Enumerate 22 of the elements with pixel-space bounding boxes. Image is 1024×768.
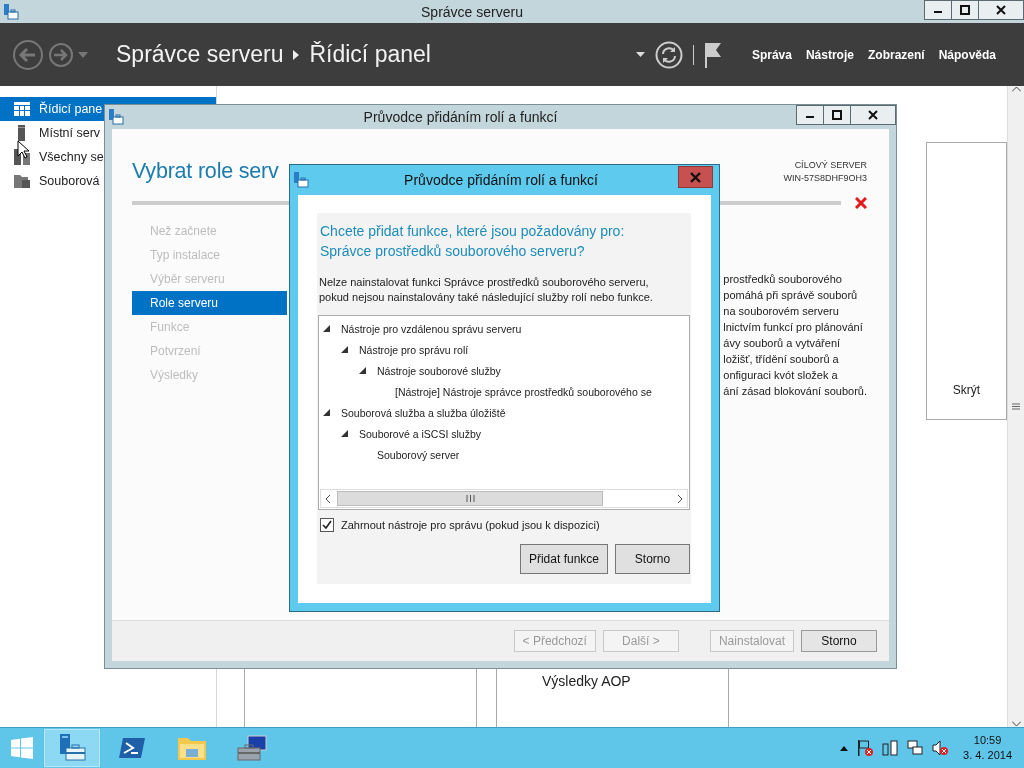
sidebar-item-label: Všechny se [39,150,104,164]
description-text: ávy souborů a vytváření [723,336,842,351]
window-title: Průvodce přidáním rolí a funkcí [362,109,559,125]
sidebar-item-label: Souborová [39,174,100,188]
sidebar-item-label: Místní serv [39,126,101,140]
dialog-question: Chcete přidat funkce, které jsou požadovány pro: Správce prostředků souborového serveru? [319,222,626,261]
target-server-label: CÍLOVÝ SERVER [794,159,867,172]
description-text: pomáhá při správě souborů [723,288,859,303]
dialog-title: Průvodce přidáním rolí a funkcí [403,172,599,188]
window-title: Správce serveru [420,3,524,20]
description-text: na souborovém serveru [723,304,840,319]
description-text: prostředků souborového [723,272,843,287]
dialog-message: Nelze nainstalovat funkci Správce prostředků souborového serveru, pokud nejsou nainstalovány také následující služby rolí nebo funkce. [318,275,654,305]
breadcrumb-item: Řídicí panel [309,41,431,68]
description-text: ložišť, třídění souborů a [723,352,840,367]
description-text: lnictvím funkcí pro plánování [723,320,864,335]
tile-title: Výsledky AOP [542,673,631,689]
description-text: ání zásad blokování souborů. [723,384,867,399]
target-server-name: WIN-57S8DHF9OH3 [783,172,867,185]
description-text: onfiguraci kvót složek a [723,368,839,383]
sidebar-item-label: Řídicí pane [39,102,103,116]
page-heading: Vybrat role serv [132,159,279,185]
